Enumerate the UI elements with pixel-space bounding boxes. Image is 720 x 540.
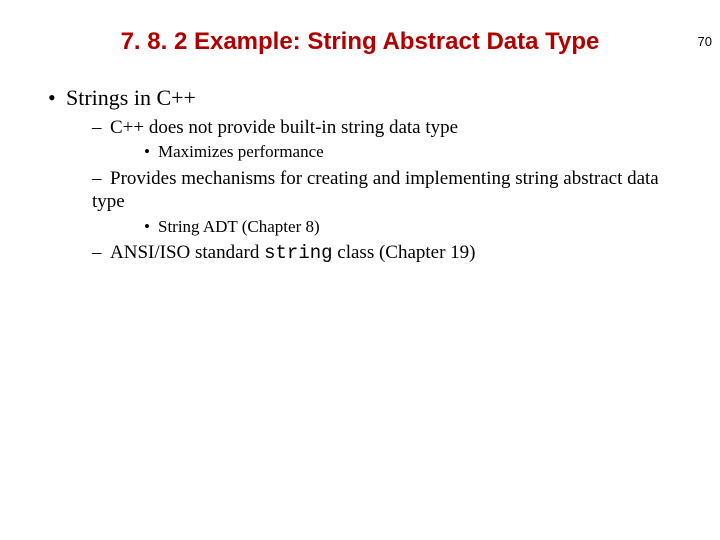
level2-text-post: class (Chapter 19): [333, 242, 476, 263]
level2-text: C++ does not provide built-in string dat…: [110, 117, 458, 138]
level3-text: String ADT (Chapter 8): [158, 217, 320, 236]
level1-text: Strings in C++: [66, 85, 196, 110]
level3-text: Maximizes performance: [158, 142, 324, 161]
bullet-dot-icon: •: [144, 216, 158, 237]
bullet-dot-icon: •: [48, 84, 66, 112]
level2-text-pre: ANSI/ISO standard: [110, 242, 264, 263]
content-area: •Strings in C++ –C++ does not provide bu…: [48, 84, 680, 266]
bullet-level2: –C++ does not provide built-in string da…: [92, 116, 680, 140]
page-number: 70: [698, 34, 712, 49]
bullet-level2: –Provides mechanisms for creating and im…: [92, 167, 680, 215]
bullet-dot-icon: •: [144, 141, 158, 162]
bullet-level2: –ANSI/ISO standard string class (Chapter…: [92, 241, 680, 266]
dash-icon: –: [92, 241, 110, 265]
dash-icon: –: [92, 116, 110, 140]
bullet-level3: •String ADT (Chapter 8): [144, 216, 680, 237]
dash-icon: –: [92, 167, 110, 191]
level2-code: string: [264, 242, 332, 264]
bullet-level1: •Strings in C++: [48, 84, 680, 112]
bullet-level3: •Maximizes performance: [144, 141, 680, 162]
level2-text: Provides mechanisms for creating and imp…: [92, 168, 659, 213]
slide-title: 7. 8. 2 Example: String Abstract Data Ty…: [0, 28, 720, 56]
